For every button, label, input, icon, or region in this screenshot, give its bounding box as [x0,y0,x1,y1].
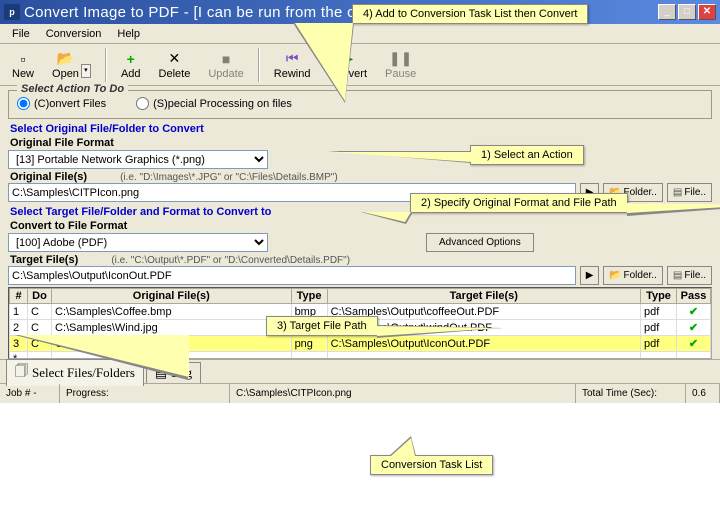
col-type[interactable]: Type [291,289,327,304]
col-type2[interactable]: Type [641,289,677,304]
status-time-value: 0.6 [686,384,720,403]
open-dropdown-icon[interactable]: ▾ [81,64,91,78]
callout-select-action: 1) Select an Action [470,145,584,165]
callout-target-path: 3) Target File Path [266,316,378,336]
play-icon: ▶ [586,270,594,281]
status-path: C:\Samples\CITPIcon.png [230,384,576,403]
status-time-label: Total Time (Sec): [576,384,686,403]
col-target[interactable]: Target File(s) [327,289,640,304]
menu-conversion[interactable]: Conversion [38,26,110,42]
new-icon: ▫ [21,50,26,68]
col-num[interactable]: # [10,289,28,304]
add-icon: + [127,50,135,68]
callout-task-list: Conversion Task List [370,455,493,475]
toolbar: ▫New 📂Open▾ +Add ✕Delete ■Update ⏮Rewind… [0,44,720,86]
callout-add-convert: 4) Add to Conversion Task List then Conv… [352,4,588,24]
menu-help[interactable]: Help [109,26,148,42]
app-icon: p [4,4,20,20]
toolbar-separator [258,48,260,82]
pause-button[interactable]: ❚❚Pause [377,48,424,82]
col-do[interactable]: Do [28,289,52,304]
update-icon: ■ [222,50,230,68]
open-icon: 📂 [57,50,74,68]
maximize-button[interactable]: □ [678,4,696,20]
pause-icon: ❚❚ [389,50,412,68]
orig-files-hint: (i.e. "D:\Images\*.JPG" or "C:\Files\Det… [120,172,338,183]
orig-file-button[interactable]: ▤File.. [667,183,712,202]
action-legend: Select Action To Do [17,83,128,95]
open-button[interactable]: 📂Open▾ [44,48,99,82]
target-file-button[interactable]: ▤File.. [667,266,712,285]
action-group: Select Action To Do (C)onvert Files (S)p… [8,90,712,119]
convert-files-radio[interactable]: (C)onvert Files [17,97,106,110]
target-go-button[interactable]: ▶ [580,266,599,285]
update-button[interactable]: ■Update [200,48,251,82]
orig-format-select[interactable]: [13] Portable Network Graphics (*.png) [8,150,268,169]
target-files-input[interactable] [8,266,576,285]
target-folder-button[interactable]: 📂Folder.. [603,266,663,285]
delete-icon: ✕ [169,50,181,68]
orig-header: Select Original File/Folder to Convert [10,123,712,135]
close-button[interactable]: ✕ [698,4,716,20]
callout-specify-original: 2) Specify Original Format and File Path [410,193,628,213]
file-icon: ▤ [673,187,682,198]
col-pass[interactable]: Pass [677,289,711,304]
special-processing-radio-input[interactable] [136,97,149,110]
special-processing-radio[interactable]: (S)pecial Processing on files [136,97,292,110]
orig-format-label: Original File Format [10,137,712,149]
target-format-select[interactable]: [100] Adobe (PDF) [8,233,268,252]
folder-icon: 📂 [609,270,621,281]
target-files-label: Target File(s) [10,254,78,266]
menu-bar: File Conversion Help [0,24,720,44]
menu-file[interactable]: File [4,26,38,42]
new-button[interactable]: ▫New [4,48,42,82]
toolbar-separator [105,48,107,82]
convert-files-radio-input[interactable] [17,97,30,110]
orig-files-label: Original File(s) [10,171,87,183]
status-job: Job # - [0,384,60,403]
status-bar: Job # - Progress: C:\Samples\CITPIcon.pn… [0,383,720,403]
advanced-options-button[interactable]: Advanced Options [426,233,534,252]
minimize-button[interactable]: _ [658,4,676,20]
target-files-hint: (i.e. "C:\Output\*.PDF" or "D:\Converted… [111,255,350,266]
status-progress: Progress: [60,384,230,403]
delete-button[interactable]: ✕Delete [151,48,199,82]
add-button[interactable]: +Add [113,48,149,82]
file-icon: ▤ [673,270,682,281]
col-orig[interactable]: Original File(s) [52,289,292,304]
